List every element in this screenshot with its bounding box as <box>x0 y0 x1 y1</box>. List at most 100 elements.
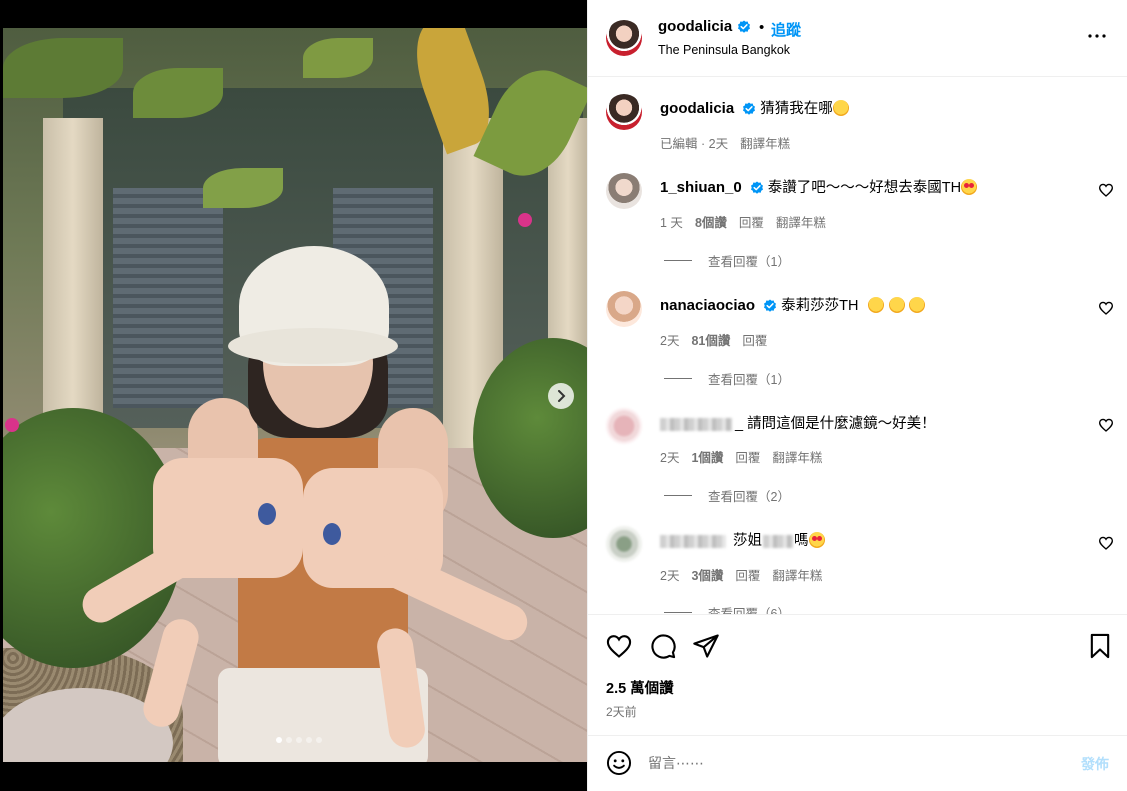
photo-nail <box>258 503 276 525</box>
divider-line <box>664 260 692 261</box>
carousel-dot <box>296 737 302 743</box>
photo-nail <box>323 523 341 545</box>
photo-flower <box>518 213 532 227</box>
post-photo[interactable] <box>3 28 587 762</box>
photo-leaf <box>133 68 223 118</box>
view-replies-label: 查看回覆（1） <box>708 255 790 269</box>
heart-icon[interactable] <box>605 632 633 660</box>
emoji-icon[interactable] <box>606 750 632 776</box>
caption-meta: 已編輯 · 2天 翻譯年糕 <box>660 133 790 152</box>
commenter-username-blurred[interactable] <box>660 417 732 431</box>
carousel-dot <box>286 737 292 743</box>
comment-meta: 2天 81個讚 回覆 <box>660 330 767 349</box>
comment-likes[interactable]: 8個讚 <box>695 212 727 231</box>
translate-link[interactable]: 翻譯年糕 <box>740 133 790 152</box>
comment-text: 泰莉莎莎TH <box>781 298 859 314</box>
verified-icon <box>750 181 763 194</box>
comment-likes[interactable]: 81個讚 <box>691 330 730 349</box>
carousel-dot <box>276 737 282 743</box>
translate-link[interactable]: 翻譯年糕 <box>772 447 822 466</box>
commenter-username-suffix: _ <box>735 416 744 432</box>
comment-text: 請問這個是什麼濾鏡～好美！ <box>747 416 936 432</box>
verified-icon <box>737 20 750 33</box>
heart-eyes-emoji-icon <box>808 532 825 548</box>
heart-icon[interactable] <box>1098 417 1114 433</box>
comments-list[interactable]: goodalicia 猜猜我在哪 已編輯 · 2天 翻譯年糕 1_shiuan_… <box>588 77 1127 614</box>
commenter-username[interactable]: nanaciaociao <box>660 297 755 314</box>
comment-likes[interactable]: 1個讚 <box>691 447 723 466</box>
author-avatar[interactable] <box>606 20 642 56</box>
divider-line <box>664 612 692 613</box>
commenter-avatar[interactable] <box>606 526 642 562</box>
comment-composer: 發佈 <box>588 735 1127 791</box>
translate-link[interactable]: 翻譯年糕 <box>772 565 822 584</box>
caption-time[interactable]: 2天 <box>709 137 728 151</box>
comment-input[interactable] <box>648 752 1048 774</box>
commenter-avatar[interactable] <box>606 173 642 209</box>
comment-time[interactable]: 2天 <box>660 447 679 466</box>
comment-meta: 1 天 8個讚 回覆 翻譯年糕 <box>660 212 826 231</box>
heart-icon[interactable] <box>1098 182 1114 198</box>
comment-likes[interactable]: 3個讚 <box>691 565 723 584</box>
post-detail-panel: goodalicia • 追蹤 The Peninsula Bangkok go… <box>587 0 1127 791</box>
post-timestamp[interactable]: 2天前 <box>606 703 637 720</box>
commenter-avatar[interactable] <box>606 408 642 444</box>
edited-label: 已編輯 <box>660 137 698 151</box>
translate-link[interactable]: 翻譯年糕 <box>776 212 826 231</box>
caption-text-row: goodalicia 猜猜我在哪 <box>660 97 849 118</box>
smiling-emoji-icon <box>908 297 925 313</box>
heart-icon[interactable] <box>1098 535 1114 551</box>
smiling-emoji-icon <box>888 297 905 313</box>
reply-button[interactable]: 回覆 <box>739 212 764 231</box>
caption-text: 猜猜我在哪 <box>760 101 833 117</box>
more-options-icon[interactable] <box>1085 24 1109 48</box>
separator-dot: • <box>759 19 765 36</box>
bookmark-icon[interactable] <box>1086 632 1114 660</box>
comment-time[interactable]: 1 天 <box>660 212 683 231</box>
comment-time[interactable]: 2天 <box>660 565 679 584</box>
share-icon[interactable] <box>692 632 720 660</box>
comment-text-blurred <box>763 534 794 548</box>
comment-text-row: _ 請問這個是什麼濾鏡～好美！ <box>660 412 936 433</box>
commenter-avatar[interactable] <box>606 291 642 327</box>
heart-icon[interactable] <box>1098 300 1114 316</box>
author-name-row: goodalicia <box>658 18 751 36</box>
view-replies-label: 查看回覆（2） <box>708 490 790 504</box>
comment-text-row: 莎姐 嗎 <box>660 529 825 550</box>
author-username[interactable]: goodalicia <box>658 18 732 35</box>
comment-text-row: 1_shiuan_0 泰讚了吧～～～好想去泰國TH <box>660 176 978 197</box>
view-replies-button[interactable]: 查看回覆（2） <box>664 486 790 505</box>
reply-button[interactable]: 回覆 <box>742 330 767 349</box>
carousel-indicator <box>276 737 322 743</box>
smiling-emoji-icon <box>832 100 849 116</box>
post-header: goodalicia • 追蹤 The Peninsula Bangkok <box>588 0 1127 77</box>
comment-text-row: nanaciaociao 泰莉莎莎TH <box>660 294 925 315</box>
post-location[interactable]: The Peninsula Bangkok <box>658 43 790 57</box>
caption-username[interactable]: goodalicia <box>660 100 734 117</box>
photo-leaf <box>203 168 283 208</box>
view-replies-button[interactable]: 查看回覆（1） <box>664 251 790 270</box>
post-comment-button[interactable]: 發佈 <box>1081 754 1109 774</box>
photo-window-shutter <box>113 188 223 408</box>
reply-button[interactable]: 回覆 <box>735 447 760 466</box>
follow-button[interactable]: 追蹤 <box>771 19 801 40</box>
view-replies-label: 查看回覆（6） <box>708 607 790 614</box>
comment-icon[interactable] <box>649 632 677 660</box>
comment-meta: 2天 3個讚 回覆 翻譯年糕 <box>660 565 822 584</box>
carousel-dot <box>316 737 322 743</box>
view-replies-button[interactable]: 查看回覆（1） <box>664 369 790 388</box>
commenter-username-blurred[interactable] <box>660 534 726 548</box>
smiling-emoji-icon <box>868 297 885 313</box>
comment-text: 莎姐 <box>733 533 763 549</box>
divider-line <box>664 378 692 379</box>
commenter-username[interactable]: 1_shiuan_0 <box>660 179 742 196</box>
author-avatar[interactable] <box>606 94 642 130</box>
comment-time[interactable]: 2天 <box>660 330 679 349</box>
comment-meta: 2天 1個讚 回覆 翻譯年糕 <box>660 447 822 466</box>
photo-leaf <box>3 38 123 98</box>
likes-count[interactable]: 2.5 萬個讚 <box>606 677 674 698</box>
reply-button[interactable]: 回覆 <box>735 565 760 584</box>
chevron-right-icon <box>558 390 566 402</box>
carousel-next-button[interactable] <box>548 383 574 409</box>
view-replies-button[interactable]: 查看回覆（6） <box>664 603 790 614</box>
